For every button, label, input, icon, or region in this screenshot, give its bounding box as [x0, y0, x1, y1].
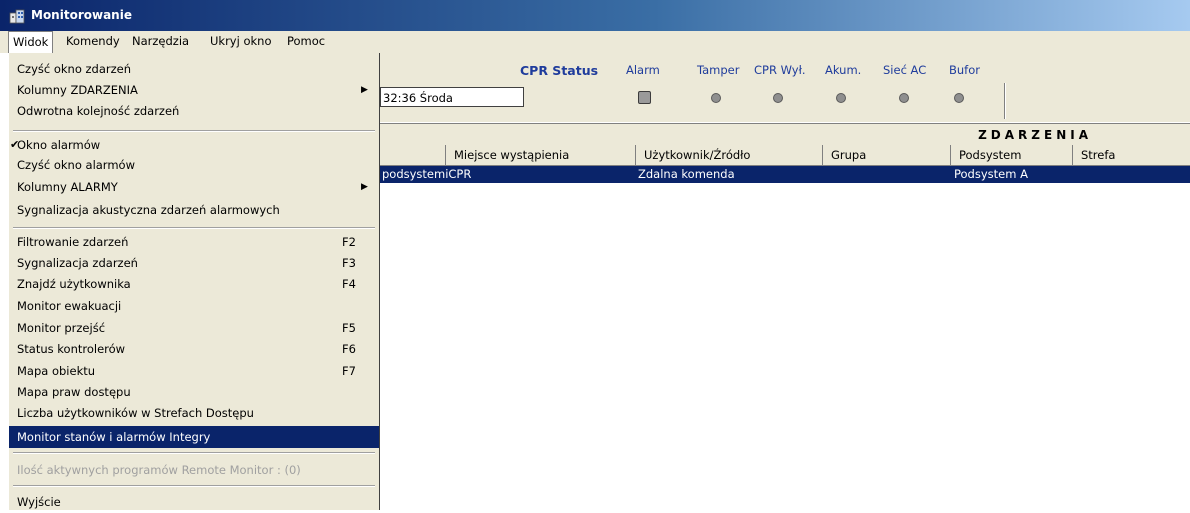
menu-item-find-user[interactable]: Znajdź użytkownika F4: [9, 273, 379, 295]
col-grupa[interactable]: Grupa: [822, 145, 950, 165]
siec-ac-indicator: [899, 93, 909, 103]
cpr-wyl-indicator: [773, 93, 783, 103]
menu-separator: [13, 452, 375, 454]
header-alarm: Alarm: [626, 63, 660, 77]
col-strefa[interactable]: Strefa: [1072, 145, 1190, 165]
table-row[interactable]: podsystemiCPR Zdalna komenda Podsystem A: [380, 166, 1190, 183]
menu-item-passage-monitor[interactable]: Monitor przejść F5: [9, 317, 379, 339]
menu-bar: Widok Komendy Narzędzia Ukryj okno Pomoc: [0, 31, 1190, 53]
akum-indicator: [836, 93, 846, 103]
menu-item-integra-monitor[interactable]: Monitor stanów i alarmów Integry: [9, 426, 379, 448]
submenu-arrow-icon: ▶: [361, 85, 368, 95]
col-uzytkownik[interactable]: Użytkownik/Źródło: [635, 145, 822, 165]
menu-separator: [13, 485, 375, 487]
cell-place: podsystemiCPR: [382, 167, 472, 181]
menu-item-columns-alarms[interactable]: Kolumny ALARMY ▶: [9, 176, 379, 198]
menu-item-evacuation-monitor[interactable]: Monitor ewakuacji: [9, 295, 379, 317]
menu-item-object-map[interactable]: Mapa obiektu F7: [9, 360, 379, 382]
menu-item-controller-status[interactable]: Status kontrolerów F6: [9, 338, 379, 360]
cell-user: Zdalna komenda: [638, 167, 735, 181]
menu-item-acoustic-alarm[interactable]: Sygnalizacja akustyczna zdarzeń alarmowy…: [9, 199, 379, 221]
events-table-header: Miejsce wystąpienia Użytkownik/Źródło Gr…: [380, 145, 1190, 166]
menu-ukryj-okno[interactable]: Ukryj okno: [206, 31, 275, 52]
header-bufor: Bufor: [949, 63, 980, 77]
menu-widok[interactable]: Widok: [8, 31, 54, 53]
events-section-title: ZDARZENIA: [978, 128, 1092, 142]
col-podsystem[interactable]: Podsystem: [950, 145, 1072, 165]
tamper-indicator: [711, 93, 721, 103]
bufor-indicator: [954, 93, 964, 103]
menu-item-users-in-zones[interactable]: Liczba użytkowników w Strefach Dostępu: [9, 402, 379, 424]
header-siec-ac: Sieć AC: [883, 63, 927, 77]
cpr-status-label: CPR Status: [520, 63, 599, 78]
menu-item-access-map[interactable]: Mapa praw dostępu: [9, 381, 379, 403]
submenu-arrow-icon: ▶: [361, 182, 368, 192]
menu-item-event-signaling[interactable]: Sygnalizacja zdarzeń F3: [9, 252, 379, 274]
events-section-bar: ZDARZENIA: [380, 123, 1190, 146]
menu-item-clear-alarms[interactable]: Czyść okno alarmów: [9, 154, 379, 176]
divider: [1004, 83, 1006, 119]
col-miejsce[interactable]: Miejsce wystąpienia: [445, 145, 635, 165]
alarm-indicator: [638, 91, 651, 104]
menu-narzedzia[interactable]: Narzędzia: [128, 31, 193, 52]
menu-separator: [13, 130, 375, 132]
title-bar: [0, 0, 1190, 31]
header-akum: Akum.: [825, 63, 862, 77]
cpr-status-panel: CPR Status Alarm Tamper CPR Wył. Akum. S…: [380, 53, 1190, 122]
header-tamper: Tamper: [697, 63, 740, 77]
widok-dropdown-menu: Czyść okno zdarzeń Kolumny ZDARZENIA ▶ O…: [8, 53, 380, 510]
header-cpr-wyl: CPR Wył.: [754, 63, 806, 77]
datetime-display: 32:36 Środa: [380, 87, 524, 107]
menu-pomoc[interactable]: Pomoc: [283, 31, 329, 52]
menu-item-filter-events[interactable]: Filtrowanie zdarzeń F2: [9, 231, 379, 253]
menu-item-alarm-window[interactable]: ✔ Okno alarmów: [9, 134, 379, 156]
building-icon: [9, 9, 25, 24]
window-title: Monitorowanie: [31, 8, 132, 22]
menu-item-remote-monitor-count: Ilość aktywnych programów Remote Monitor…: [17, 463, 301, 477]
menu-komendy[interactable]: Komendy: [62, 31, 124, 52]
menu-item-columns-events[interactable]: Kolumny ZDARZENIA ▶: [9, 79, 379, 101]
menu-item-clear-events[interactable]: Czyść okno zdarzeń: [9, 58, 379, 80]
cell-subsystem: Podsystem A: [954, 167, 1028, 181]
menu-item-reverse-order[interactable]: Odwrotna kolejność zdarzeń: [9, 100, 379, 122]
menu-separator: [13, 227, 375, 229]
events-table-body[interactable]: [380, 183, 1190, 510]
